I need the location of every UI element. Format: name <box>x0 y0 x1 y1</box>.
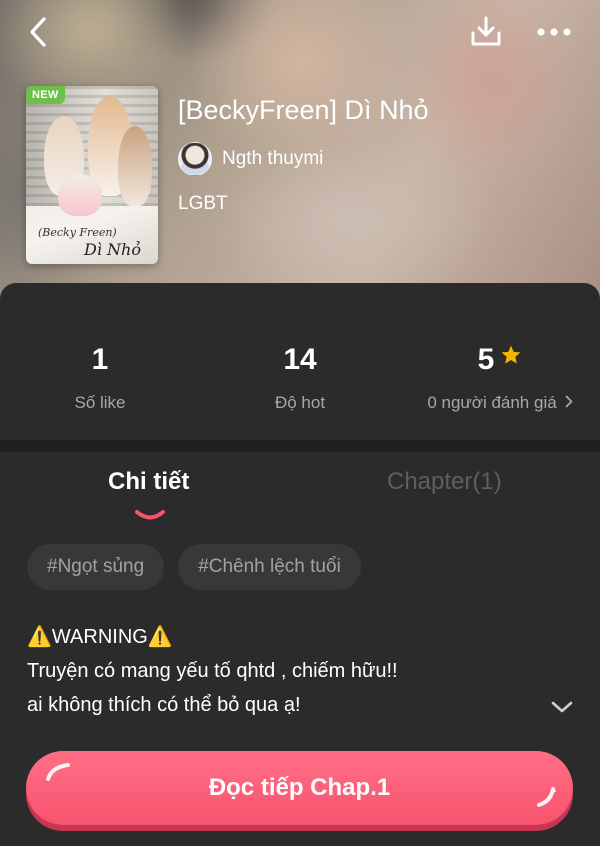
likes-count: 1 <box>91 343 109 376</box>
description-line: Truyện có mang yếu tố qhtd , chiếm hữu!! <box>27 660 398 682</box>
rating-stat[interactable]: 5 0 người đánh giá <box>400 283 600 440</box>
author-name: Ngth thuymi <box>222 148 324 169</box>
download-button[interactable] <box>466 12 506 52</box>
cover-title: Dì Nhỏ <box>84 240 141 259</box>
author-link[interactable]: Ngth thuymi <box>178 142 323 176</box>
tag-list: #Ngọt sủng #Chênh lệch tuổi <box>27 544 361 590</box>
new-badge: NEW <box>26 86 65 104</box>
active-tab-indicator <box>135 510 165 520</box>
tab-details[interactable]: Chi tiết <box>108 468 189 496</box>
author-avatar <box>178 142 212 176</box>
book-header: NEW (Becky Freen) Dì Nhỏ [BeckyFreen] Dì… <box>0 0 600 300</box>
chevron-left-icon <box>30 17 46 47</box>
tab-bar: Chi tiết Chapter(1) <box>0 452 600 532</box>
more-dots-icon <box>537 28 571 36</box>
book-cover[interactable]: NEW (Becky Freen) Dì Nhỏ <box>26 86 158 264</box>
chevron-right-icon <box>565 395 573 408</box>
rating-count-label: 0 người đánh giá <box>427 393 557 412</box>
book-detail-panel: 1 Số like 14 Độ hot 5 0 người đánh giá C… <box>0 283 600 846</box>
hot-count: 14 <box>283 343 317 376</box>
expand-description-button[interactable] <box>546 695 578 719</box>
section-divider <box>0 440 600 452</box>
description-line: ai không thích có thể bỏ qua ạ! <box>27 694 301 716</box>
back-button[interactable] <box>18 12 58 52</box>
more-options-button[interactable] <box>532 12 576 52</box>
download-icon <box>471 16 501 46</box>
chevron-down-icon <box>551 701 573 713</box>
rating-value: 5 <box>477 343 495 376</box>
likes-label: Số like <box>74 393 126 412</box>
gloss-highlight <box>537 787 556 807</box>
description: ⚠️WARNING⚠️ Truyện có mang yếu tố qhtd ,… <box>27 620 547 722</box>
tab-chapters[interactable]: Chapter(1) <box>387 468 502 496</box>
hot-label: Độ hot <box>274 393 326 412</box>
description-line: ⚠️WARNING⚠️ <box>27 626 173 648</box>
hot-stat: 14 Độ hot <box>200 283 400 440</box>
genre-label[interactable]: LGBT <box>178 193 228 215</box>
continue-reading-label: Đọc tiếp Chap.1 <box>208 774 391 801</box>
tag-chip[interactable]: #Ngọt sủng <box>27 544 165 590</box>
stats-row: 1 Số like 14 Độ hot 5 0 người đánh giá <box>0 283 600 440</box>
star-icon <box>501 345 521 364</box>
book-title: [BeckyFreen] Dì Nhỏ <box>178 95 429 125</box>
tag-chip[interactable]: #Chênh lệch tuổi <box>178 544 361 590</box>
continue-reading-button[interactable]: Đọc tiếp Chap.1 <box>26 751 573 825</box>
cover-subtitle: (Becky Freen) <box>38 226 117 239</box>
gloss-highlight <box>46 763 70 781</box>
likes-stat: 1 Số like <box>0 283 200 440</box>
